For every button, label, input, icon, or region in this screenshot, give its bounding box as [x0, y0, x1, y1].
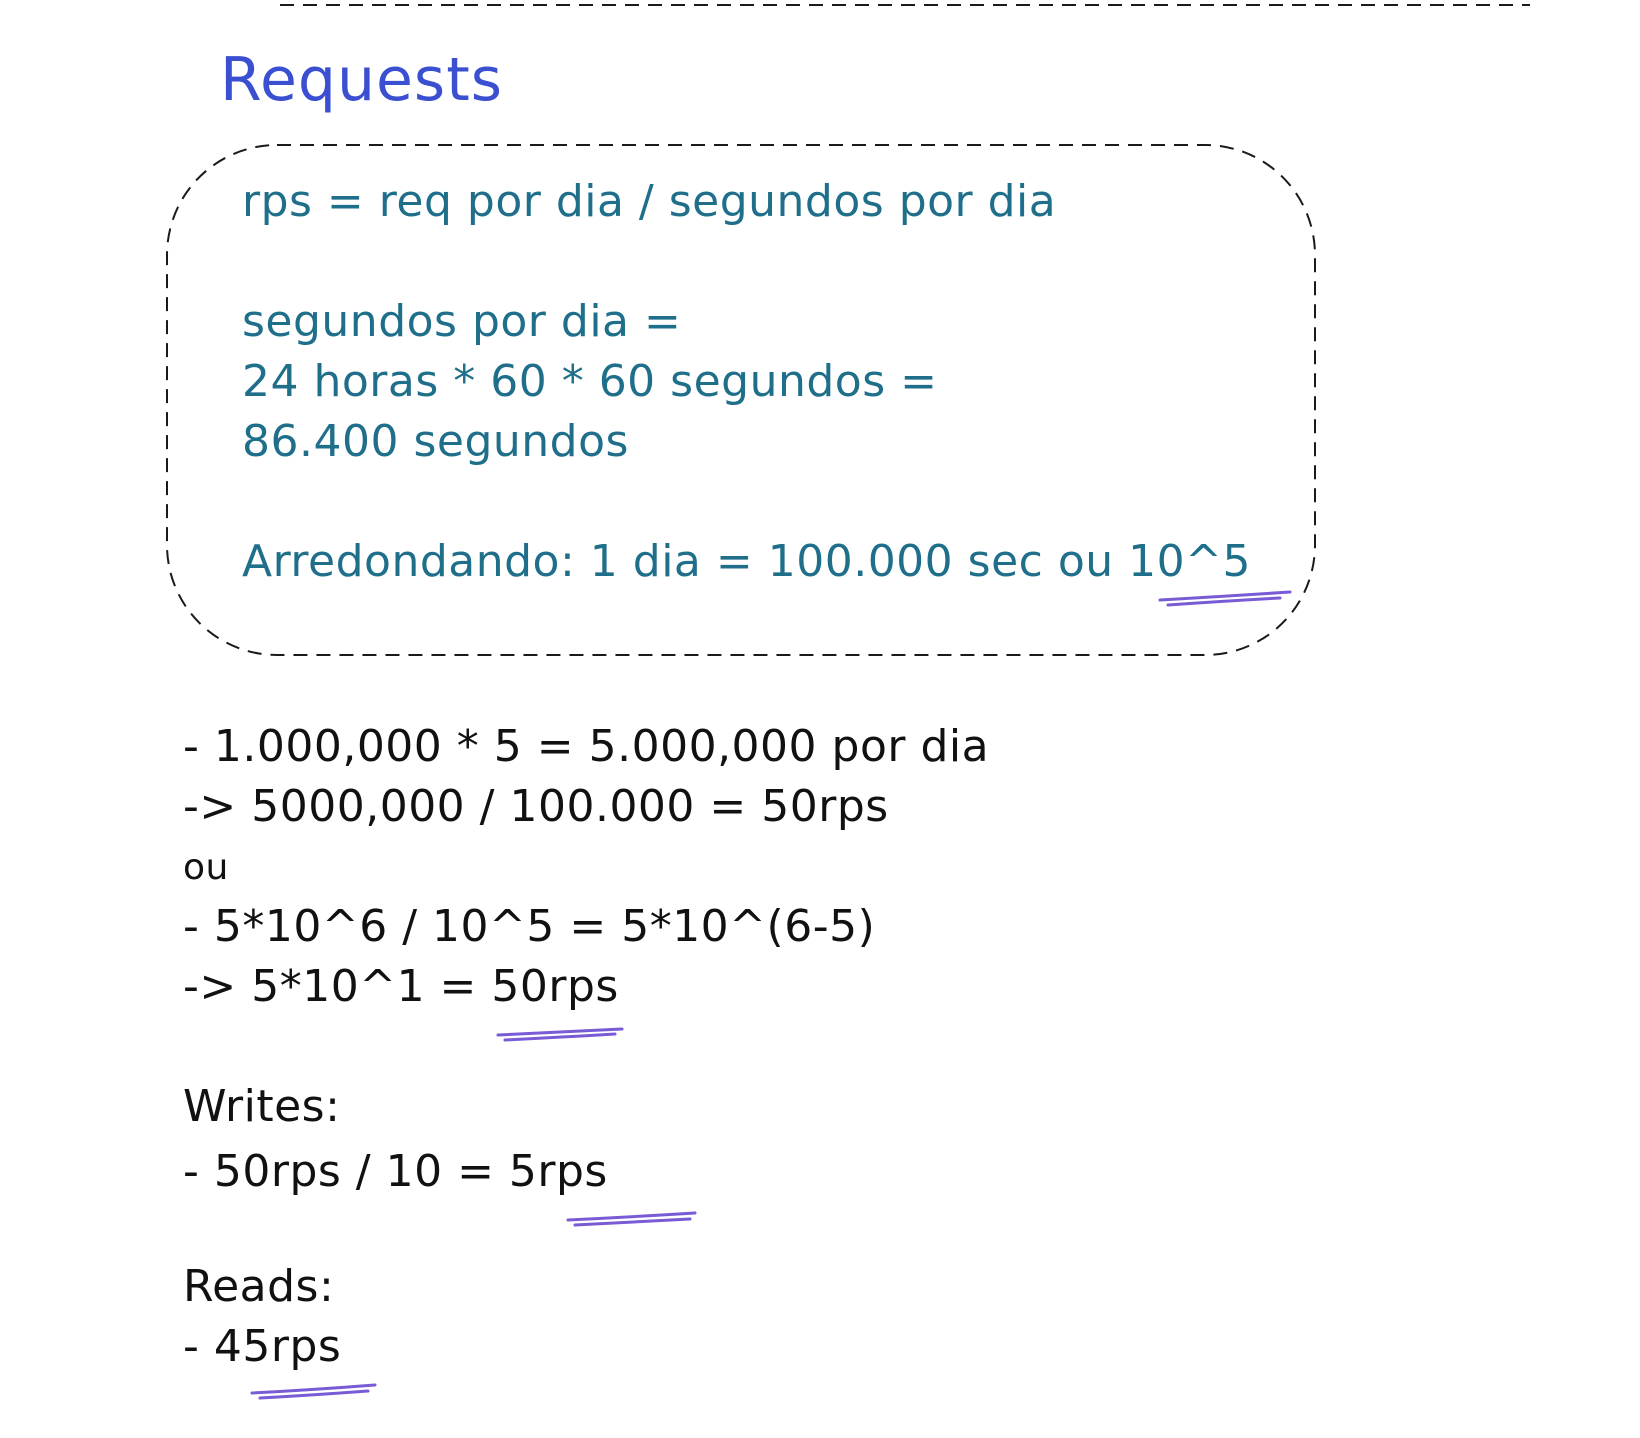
writes-line: - 50rps / 10 = 5rps	[183, 1150, 608, 1194]
calc-line-or: ou	[183, 847, 229, 888]
writes-highlight: 5rps	[508, 1146, 608, 1197]
underline-45rps	[250, 1383, 377, 1400]
box-line-seconds-result: 86.400 segundos	[242, 416, 629, 467]
calc-line-powers: - 5*10^6 / 10^5 = 5*10^(6-5)	[183, 901, 876, 952]
underline-50rps	[496, 1027, 624, 1042]
reads-highlight: 45rps	[213, 1321, 342, 1372]
calc-line-power-result: -> 5*10^1 = 50rps	[183, 965, 619, 1009]
calc-line-daily: - 1.000,000 * 5 = 5.000,000 por dia	[183, 721, 990, 772]
power-result-text: -> 5*10^1 =	[183, 961, 492, 1012]
reads-line: - 45rps	[183, 1325, 341, 1369]
reads-label: Reads:	[183, 1261, 335, 1312]
rounding-highlight: 10^5	[1128, 536, 1251, 587]
writes-label: Writes:	[183, 1081, 341, 1132]
box-line-hours-calc: 24 horas * 60 * 60 segundos =	[242, 356, 938, 407]
underline-10-5	[1158, 590, 1292, 607]
page-title: Requests	[220, 45, 503, 115]
power-result-highlight: 50rps	[491, 961, 619, 1012]
box-line-seconds-per-day: segundos por dia =	[242, 296, 682, 347]
calc-line-rps: -> 5000,000 / 100.000 = 50rps	[183, 781, 889, 832]
box-line-rounding: Arredondando: 1 dia = 100.000 sec ou 10^…	[242, 540, 1251, 584]
underline-5rps	[566, 1211, 697, 1227]
reads-text: -	[183, 1321, 214, 1372]
writes-text: - 50rps / 10 =	[183, 1146, 509, 1197]
rounding-text: Arredondando: 1 dia = 100.000 sec ou	[242, 536, 1129, 587]
box-line-rps-formula: rps = req por dia / segundos por dia	[242, 176, 1057, 227]
